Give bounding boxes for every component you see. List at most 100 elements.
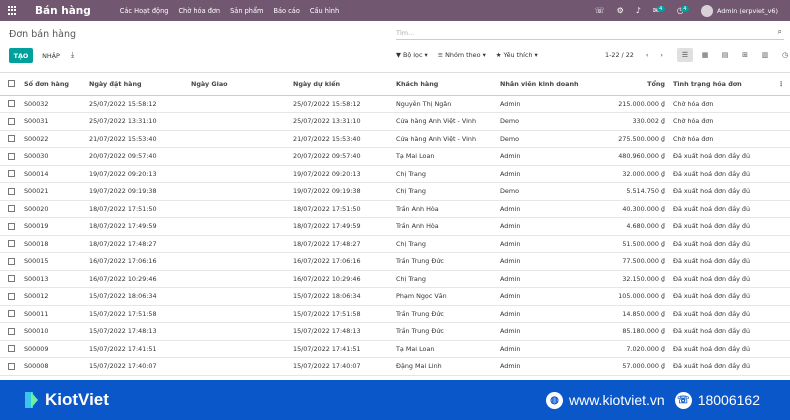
table-row[interactable]: S00032 25/07/2022 15:58:12 25/07/2022 15:5… [0, 95, 790, 113]
activity-view-icon[interactable]: ◷ [777, 48, 790, 62]
row-checkbox[interactable] [0, 357, 20, 376]
create-button[interactable]: TẠO [9, 48, 33, 63]
table-row[interactable]: S00031 25/07/2022 13:31:10 25/07/2022 13:3… [0, 112, 790, 131]
app-name[interactable]: Bán hàng [35, 5, 91, 17]
table-row[interactable]: S00009 15/07/2022 17:41:51 15/07/2022 17:4… [0, 340, 790, 358]
cell-delivery-date [187, 182, 289, 201]
filter-dropdown[interactable]: ▼ Bộ lọc ▾ [396, 51, 428, 59]
table-row[interactable]: S00013 16/07/2022 10:29:46 16/07/2022 10:2… [0, 270, 790, 288]
menu-item-config[interactable]: Cấu hình [310, 7, 339, 15]
row-spacer [774, 357, 790, 376]
row-checkbox[interactable] [0, 287, 20, 306]
pager-next-icon[interactable]: › [660, 51, 663, 59]
cell-order-date: 15/07/2022 17:48:13 [85, 322, 187, 341]
phone-icon[interactable]: ☏ [595, 6, 605, 15]
kanban-view-icon[interactable]: ▦ [697, 48, 713, 62]
menu-item-reports[interactable]: Báo cáo [273, 7, 299, 15]
row-checkbox[interactable] [0, 147, 20, 166]
debug-icon[interactable]: ⚙ [617, 6, 624, 15]
cell-expected-date: 19/07/2022 09:19:38 [289, 182, 392, 201]
website-contact[interactable]: ◍ www.kiotviet.vn [546, 391, 665, 409]
table-row[interactable]: S00018 18/07/2022 17:48:27 18/07/2022 17:4… [0, 235, 790, 253]
row-checkbox[interactable] [0, 165, 20, 183]
menu-item-to-invoice[interactable]: Chờ hóa đơn [178, 7, 220, 15]
phone-contact[interactable]: ☏ 18006162 [674, 391, 760, 409]
brand-name: KiotViet [45, 390, 109, 409]
cell-customer: Chị Trang [392, 165, 496, 183]
table-row[interactable]: S00011 15/07/2022 17:51:58 15/07/2022 17:5… [0, 305, 790, 323]
col-order-number[interactable]: Số đơn hàng [20, 73, 85, 96]
select-all-checkbox[interactable] [0, 73, 20, 96]
row-checkbox[interactable] [0, 182, 20, 201]
col-salesperson[interactable]: Nhân viên kinh doanh [496, 73, 586, 96]
row-checkbox[interactable] [0, 252, 20, 271]
messages-menu[interactable]: ✉4 [653, 5, 665, 15]
table-row[interactable]: S00020 18/07/2022 17:51:50 18/07/2022 17:5… [0, 200, 790, 218]
cell-customer: Tạ Mai Loan [392, 147, 496, 166]
cell-order-date: 15/07/2022 17:40:07 [85, 357, 187, 376]
table-row[interactable]: S00015 16/07/2022 17:06:16 16/07/2022 17:0… [0, 252, 790, 271]
optional-columns-icon[interactable]: ⋮ [774, 73, 790, 96]
row-checkbox[interactable] [0, 340, 20, 358]
row-checkbox[interactable] [0, 130, 20, 148]
groupby-dropdown[interactable]: ≡ Nhóm theo ▾ [438, 51, 486, 59]
cell-customer: Tạ Mai Loan [392, 340, 496, 358]
cell-order-date: 18/07/2022 17:49:59 [85, 217, 187, 236]
row-checkbox[interactable] [0, 322, 20, 341]
pager: 1-22 / 22 ‹ › [605, 51, 663, 59]
pivot-view-icon[interactable]: ⊞ [737, 48, 753, 62]
activities-menu[interactable]: ◷4 [677, 5, 689, 15]
import-button[interactable]: NHẬP [36, 48, 66, 63]
bell-icon[interactable]: ♪ [636, 6, 641, 15]
col-total[interactable]: Tổng [586, 73, 669, 96]
cell-expected-date: 15/07/2022 18:06:34 [289, 287, 392, 306]
row-checkbox[interactable] [0, 112, 20, 131]
col-expected-date[interactable]: Ngày dự kiến [289, 73, 392, 96]
row-checkbox[interactable] [0, 270, 20, 288]
pager-value[interactable]: 1-22 / 22 [605, 51, 634, 59]
cell-salesperson: Admin [496, 357, 586, 376]
table-row[interactable]: S00021 19/07/2022 09:19:38 19/07/2022 09:1… [0, 182, 790, 201]
download-icon[interactable]: ⤓ [71, 50, 74, 60]
menu-item-activities[interactable]: Các Hoạt động [120, 7, 169, 15]
graph-view-icon[interactable]: ▥ [757, 48, 773, 62]
row-spacer [774, 95, 790, 113]
user-menu[interactable]: Admin (erpviet_v6) [700, 4, 778, 17]
table-row[interactable]: S00019 18/07/2022 17:49:59 18/07/2022 17:4… [0, 217, 790, 236]
table-row[interactable]: S00008 15/07/2022 17:40:07 15/07/2022 17:4… [0, 357, 790, 376]
table-row[interactable]: S00012 15/07/2022 18:06:34 15/07/2022 18:0… [0, 287, 790, 306]
cell-order-date: 19/07/2022 09:20:13 [85, 165, 187, 183]
table-row[interactable]: S00014 19/07/2022 09:20:13 19/07/2022 09:2… [0, 165, 790, 183]
row-checkbox[interactable] [0, 235, 20, 253]
cell-invoice-status: Đã xuất hoá đơn đầy đủ [669, 217, 774, 236]
row-checkbox[interactable] [0, 217, 20, 236]
cell-order-date: 16/07/2022 10:29:46 [85, 270, 187, 288]
col-invoice-status[interactable]: Tình trạng hóa đơn [669, 73, 774, 96]
cell-customer: Trần Trung Đức [392, 322, 496, 341]
col-customer[interactable]: Khách hàng [392, 73, 496, 96]
row-spacer [774, 305, 790, 323]
table-row[interactable]: S00030 20/07/2022 09:57:40 20/07/2022 09:5… [0, 147, 790, 166]
cell-total: 105.000.000 ₫ [586, 287, 669, 306]
col-order-date[interactable]: Ngày đặt hàng [85, 73, 187, 96]
table-row[interactable]: S00010 15/07/2022 17:48:13 15/07/2022 17:4… [0, 322, 790, 341]
list-view-icon[interactable]: ☰ [677, 48, 693, 62]
cell-delivery-date [187, 217, 289, 236]
pager-previous-icon[interactable]: ‹ [646, 51, 649, 59]
cell-expected-date: 25/07/2022 15:58:12 [289, 95, 392, 113]
col-delivery-date[interactable]: Ngày Giao [187, 73, 289, 96]
cell-invoice-status: Đã xuất hoá đơn đầy đủ [669, 305, 774, 323]
apps-menu-icon[interactable] [8, 5, 18, 16]
row-checkbox[interactable] [0, 95, 20, 113]
row-checkbox[interactable] [0, 305, 20, 323]
search-icon[interactable]: ⌕ [778, 27, 782, 37]
search-input[interactable]: Tìm... [396, 29, 414, 37]
table-row[interactable]: S00022 21/07/2022 15:53:40 21/07/2022 15:5… [0, 130, 790, 148]
menu-item-products[interactable]: Sản phẩm [230, 7, 263, 15]
calendar-view-icon[interactable]: ▤ [717, 48, 733, 62]
cell-salesperson: Admin [496, 305, 586, 323]
row-checkbox[interactable] [0, 200, 20, 218]
favorites-dropdown[interactable]: ★ Yêu thích ▾ [496, 51, 538, 59]
cell-delivery-date [187, 95, 289, 113]
search-box[interactable]: Tìm... ⌕ [396, 27, 784, 40]
